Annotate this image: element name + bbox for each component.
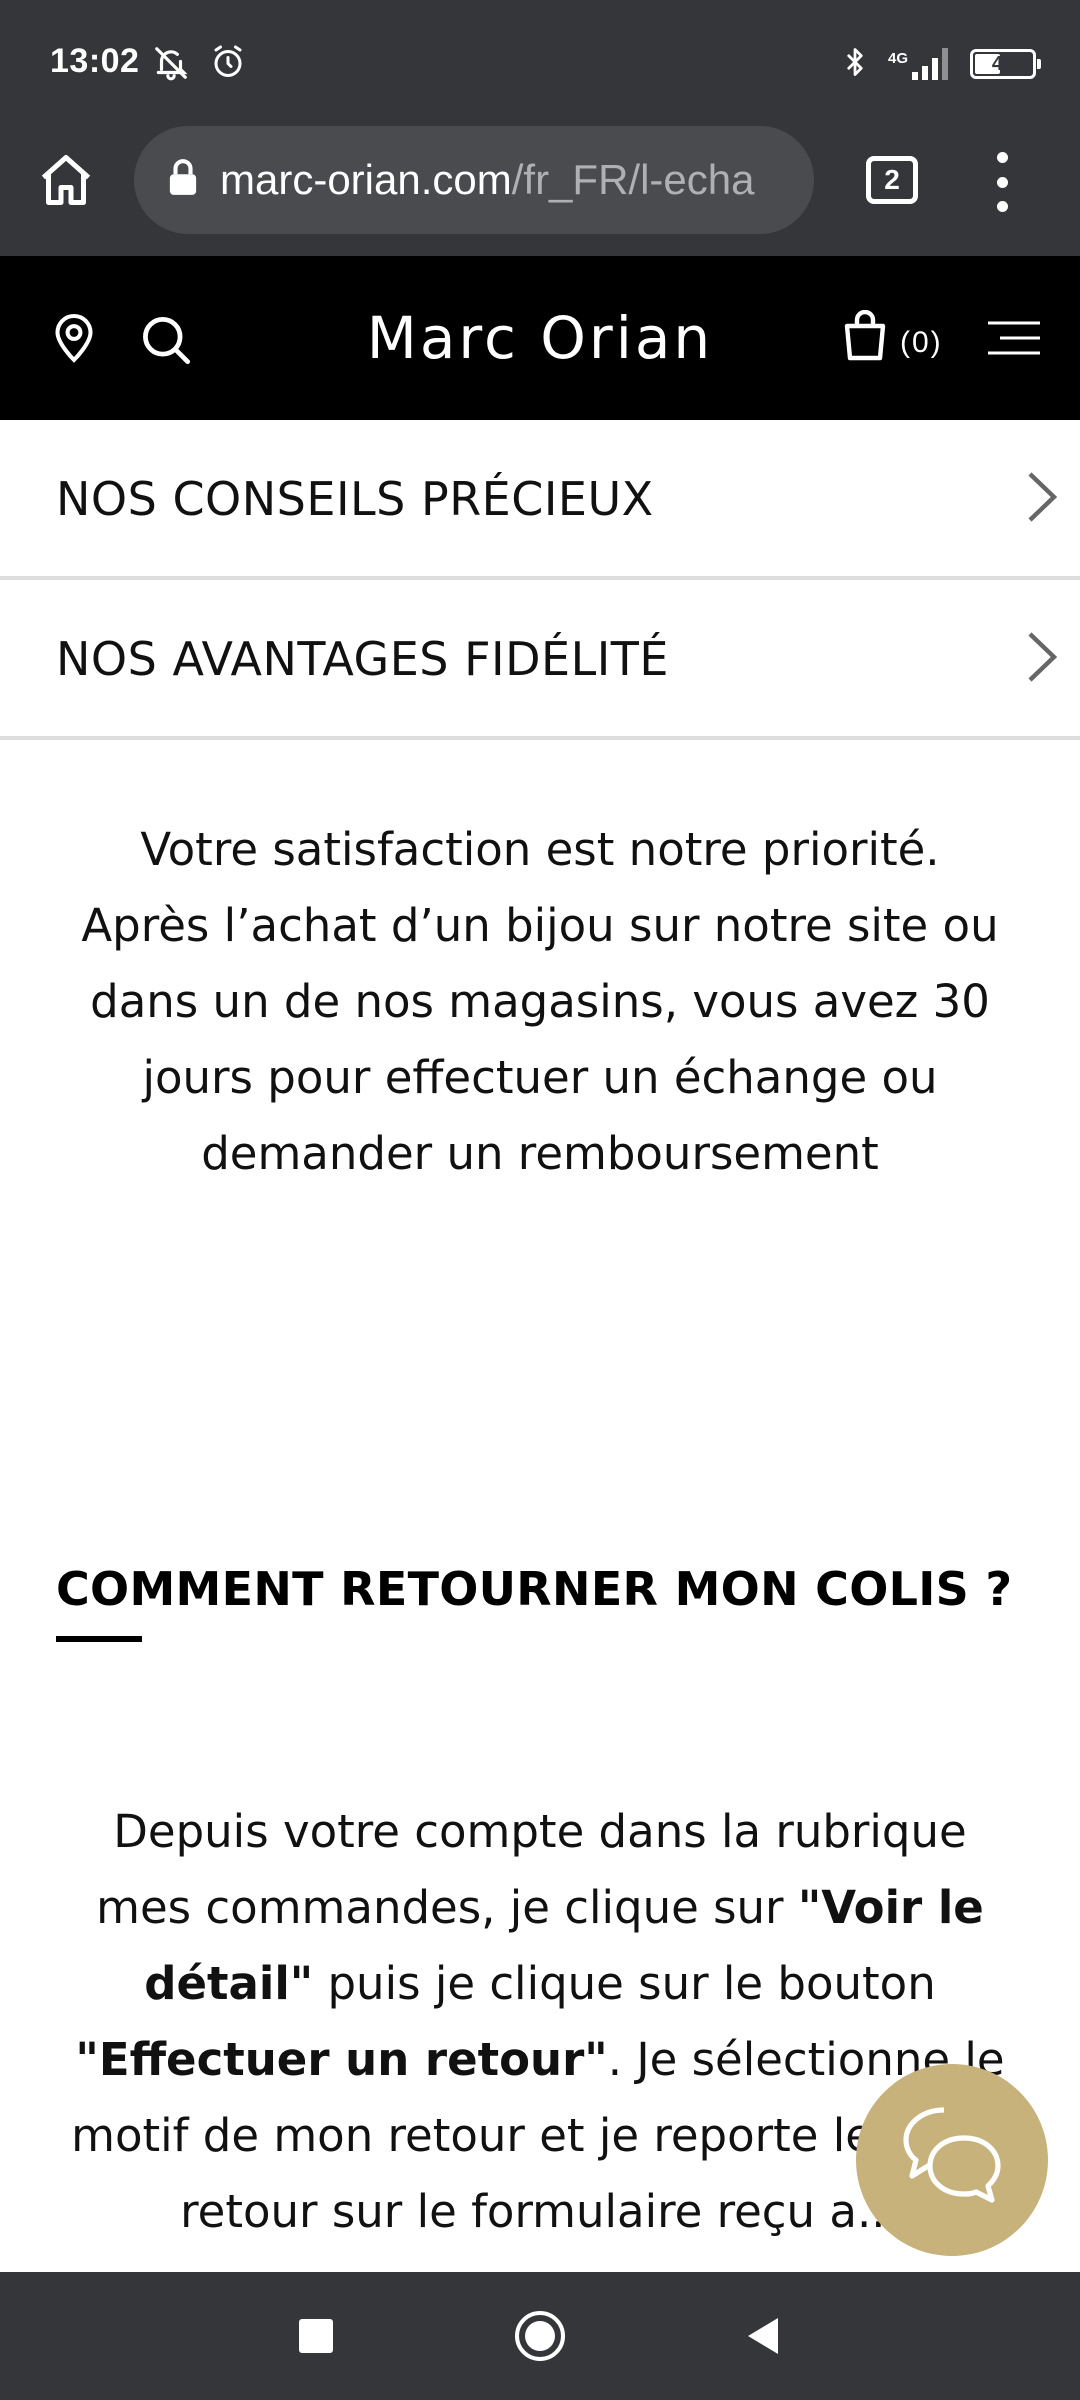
chat-button[interactable]: [856, 2064, 1048, 2256]
url-path: /fr_FR/l-echa: [511, 156, 755, 203]
url-bar[interactable]: marc-orian.com/fr_FR/l-echa: [134, 126, 814, 234]
chat-bubbles-icon: [892, 2098, 1012, 2222]
return-text-2: puis je clique sur le bouton: [313, 1957, 936, 2010]
section-title: COMMENT RETOURNER MON COLIS ?: [56, 1562, 1013, 1616]
site-header: Marc Orian (0): [0, 256, 1080, 420]
status-bar: 13:02 4G 49: [0, 0, 1080, 126]
alarm-icon: [210, 44, 246, 86]
battery-icon: 49: [970, 49, 1041, 79]
url-host: marc-orian.com: [220, 156, 512, 203]
home-circle-icon[interactable]: [500, 2272, 580, 2400]
accordion-item-fidelite[interactable]: NOS AVANTAGES FIDÉLITÉ: [0, 582, 1080, 740]
title-underline: [56, 1636, 142, 1642]
browser-toolbar: marc-orian.com/fr_FR/l-echa 2: [0, 126, 1080, 256]
back-icon[interactable]: [722, 2272, 802, 2400]
tab-count: 2: [884, 164, 900, 195]
status-time: 13:02: [50, 42, 140, 80]
cart-count[interactable]: (0): [900, 326, 943, 360]
recent-apps-icon[interactable]: [276, 2272, 356, 2400]
chevron-right-icon: [1026, 470, 1060, 528]
system-nav-bar: [0, 2272, 1080, 2400]
chevron-right-icon: [1026, 630, 1060, 688]
accordion-label: NOS AVANTAGES FIDÉLITÉ: [56, 632, 669, 686]
bluetooth-icon: [840, 44, 870, 84]
url-text[interactable]: marc-orian.com/fr_FR/l-echa: [220, 156, 810, 204]
signal-icon: 4G: [888, 48, 952, 80]
more-vert-icon[interactable]: [990, 152, 1014, 212]
return-text-bold-2: "Effectuer un retour": [75, 2033, 608, 2086]
lock-icon: [168, 159, 198, 201]
hamburger-menu-icon[interactable]: [984, 320, 1042, 360]
battery-level: 49: [991, 52, 1015, 75]
home-icon[interactable]: [36, 150, 96, 210]
network-type: 4G: [887, 50, 908, 67]
accordion-item-conseils[interactable]: NOS CONSEILS PRÉCIEUX: [0, 422, 1080, 580]
accordion-label: NOS CONSEILS PRÉCIEUX: [56, 472, 654, 526]
notifications-off-icon: [152, 44, 190, 86]
shopping-bag-icon[interactable]: [843, 309, 887, 366]
tabs-icon[interactable]: 2: [866, 156, 918, 204]
intro-text: Votre satisfaction est notre priorité. A…: [81, 823, 999, 1180]
